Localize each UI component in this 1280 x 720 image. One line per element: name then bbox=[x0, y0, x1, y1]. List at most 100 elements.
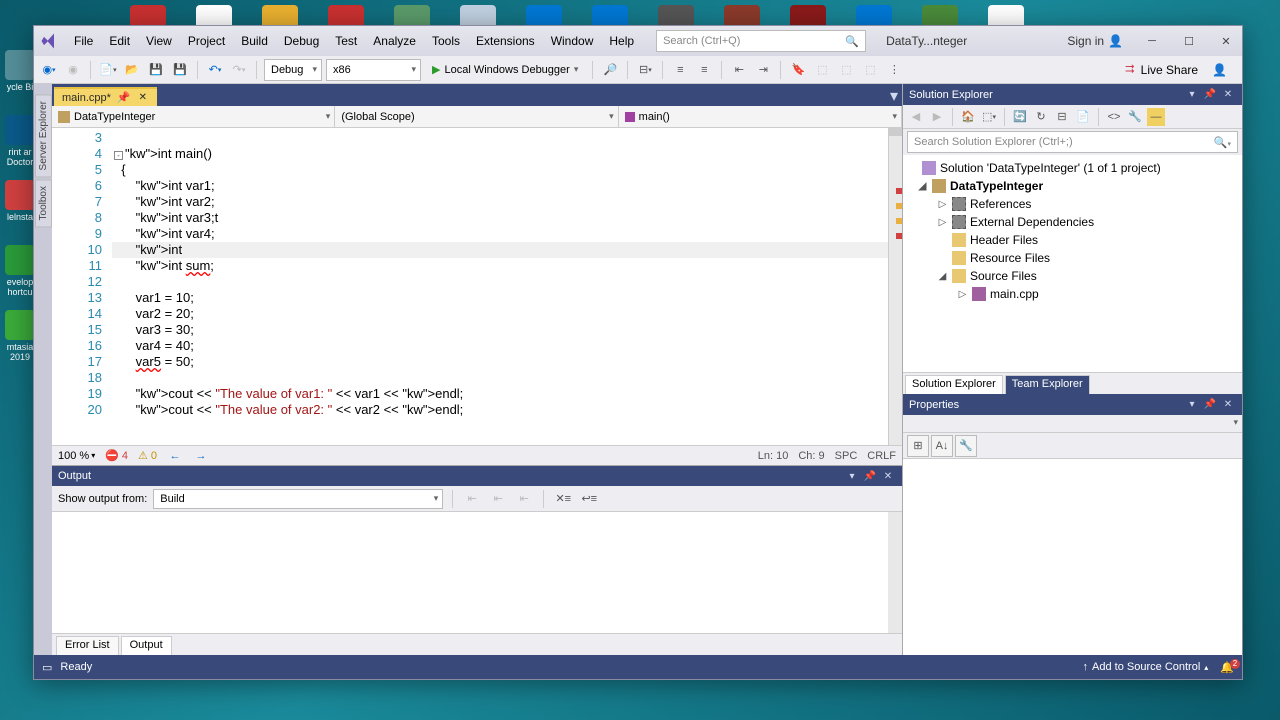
resource-files-node[interactable]: Resource Files bbox=[903, 249, 1242, 267]
solution-node[interactable]: Solution 'DataTypeInteger' (1 of 1 proje… bbox=[903, 159, 1242, 177]
increase-indent-button[interactable]: ⇥ bbox=[753, 60, 773, 80]
add-to-source-control-button[interactable]: ↑ Add to Source Control ▴ bbox=[1083, 661, 1209, 673]
toolbar-button[interactable]: ⬚ bbox=[860, 60, 880, 80]
scope-dropdown[interactable]: (Global Scope) bbox=[335, 106, 618, 127]
output-tool-button[interactable]: ⇤ bbox=[462, 489, 482, 509]
output-tool-button[interactable]: ⇤ bbox=[488, 489, 508, 509]
menu-build[interactable]: Build bbox=[234, 30, 275, 52]
close-button[interactable]: ✕ bbox=[1210, 30, 1242, 52]
alphabetical-button[interactable]: A↓ bbox=[931, 435, 953, 457]
external-deps-node[interactable]: ▷External Dependencies bbox=[903, 213, 1242, 231]
tab-error-list[interactable]: Error List bbox=[56, 636, 119, 655]
tab-overflow-icon[interactable]: ▾ bbox=[886, 86, 902, 106]
toolbar-button[interactable]: ⬚▾ bbox=[980, 108, 998, 126]
member-dropdown[interactable]: main() bbox=[619, 106, 902, 127]
show-all-files-button[interactable]: 📄 bbox=[1074, 108, 1092, 126]
back-button[interactable]: ◉▾ bbox=[39, 60, 59, 80]
taskbar-app[interactable] bbox=[394, 5, 430, 27]
menu-file[interactable]: File bbox=[67, 30, 100, 52]
toolbar-button[interactable]: ⊟▾ bbox=[635, 60, 655, 80]
forward-button[interactable]: ◉ bbox=[63, 60, 83, 80]
close-icon[interactable]: ✕ bbox=[1220, 397, 1236, 413]
quick-launch-search[interactable]: Search (Ctrl+Q) 🔍 bbox=[656, 30, 866, 52]
taskbar-app[interactable] bbox=[328, 5, 364, 27]
comment-out-button[interactable]: ≡ bbox=[670, 60, 690, 80]
window-position-icon[interactable]: ▾ bbox=[1184, 397, 1200, 413]
code-area[interactable]: -"kw">int main() { "kw">int var1; "kw">i… bbox=[112, 128, 888, 445]
bookmark-button[interactable]: 🔖 bbox=[788, 60, 808, 80]
taskbar-app[interactable] bbox=[526, 5, 562, 27]
menu-help[interactable]: Help bbox=[602, 30, 641, 52]
taskbar-app[interactable] bbox=[988, 5, 1024, 27]
toggle-word-wrap-button[interactable]: ↩≡ bbox=[579, 489, 599, 509]
output-text[interactable] bbox=[52, 512, 888, 633]
tab-output[interactable]: Output bbox=[121, 636, 172, 655]
menu-project[interactable]: Project bbox=[181, 30, 232, 52]
taskbar-app[interactable] bbox=[724, 5, 760, 27]
collapse-icon[interactable]: ◢ bbox=[937, 271, 948, 282]
source-file-main-cpp[interactable]: ▷main.cpp bbox=[903, 285, 1242, 303]
undo-button[interactable]: ↶▾ bbox=[205, 60, 225, 80]
pin-icon[interactable]: 📌 bbox=[862, 468, 878, 484]
output-source-select[interactable]: Build bbox=[153, 489, 443, 509]
view-code-button[interactable]: <> bbox=[1105, 108, 1123, 126]
properties-object-select[interactable] bbox=[903, 415, 1242, 433]
new-project-button[interactable]: 📄▾ bbox=[98, 60, 118, 80]
error-count[interactable]: ⛔4 bbox=[105, 449, 128, 462]
sign-in-button[interactable]: Sign in 👤 bbox=[1059, 34, 1131, 48]
server-explorer-tab[interactable]: Server Explorer bbox=[35, 94, 52, 177]
zoom-dropdown[interactable]: 100 % ▾ bbox=[58, 450, 95, 462]
menu-window[interactable]: Window bbox=[544, 30, 601, 52]
header-files-node[interactable]: Header Files bbox=[903, 231, 1242, 249]
solution-platform-select[interactable]: x86 bbox=[326, 59, 421, 81]
properties-button[interactable]: 🔧 bbox=[955, 435, 977, 457]
properties-button[interactable]: 🔧 bbox=[1126, 108, 1144, 126]
taskbar-app[interactable] bbox=[196, 5, 232, 27]
expand-icon[interactable]: ▷ bbox=[937, 217, 948, 228]
back-button[interactable]: ◀ bbox=[907, 108, 925, 126]
home-button[interactable]: 🏠 bbox=[959, 108, 977, 126]
toolbox-tab[interactable]: Toolbox bbox=[35, 179, 52, 227]
decrease-indent-button[interactable]: ⇤ bbox=[729, 60, 749, 80]
source-files-node[interactable]: ◢Source Files bbox=[903, 267, 1242, 285]
close-icon[interactable]: ✕ bbox=[1220, 87, 1236, 103]
start-debugging-button[interactable]: ▶Local Windows Debugger▾ bbox=[425, 59, 585, 81]
notifications-button[interactable]: 🔔2 bbox=[1220, 661, 1234, 674]
warning-count[interactable]: ⚠0 bbox=[138, 449, 157, 462]
taskbar-app[interactable] bbox=[856, 5, 892, 27]
window-position-icon[interactable]: ▾ bbox=[844, 468, 860, 484]
expand-icon[interactable]: ▷ bbox=[937, 199, 948, 210]
clear-all-button[interactable]: ✕≡ bbox=[553, 489, 573, 509]
solution-search-input[interactable]: Search Solution Explorer (Ctrl+;) 🔍▾ bbox=[907, 131, 1238, 153]
pin-icon[interactable]: 📌 bbox=[1202, 397, 1218, 413]
window-position-icon[interactable]: ▾ bbox=[1184, 87, 1200, 103]
solution-tree[interactable]: Solution 'DataTypeInteger' (1 of 1 proje… bbox=[903, 155, 1242, 372]
properties-grid[interactable] bbox=[903, 459, 1242, 655]
save-all-button[interactable]: 💾 bbox=[170, 60, 190, 80]
minimize-button[interactable]: ─ bbox=[1136, 30, 1168, 52]
solution-config-select[interactable]: Debug bbox=[264, 59, 322, 81]
pin-icon[interactable]: 📌 bbox=[1202, 87, 1218, 103]
save-button[interactable]: 💾 bbox=[146, 60, 166, 80]
splitter-handle[interactable] bbox=[889, 128, 902, 136]
file-tab-main-cpp[interactable]: main.cpp* 📌 ✕ bbox=[54, 87, 157, 106]
taskbar-app[interactable] bbox=[592, 5, 628, 27]
next-issue-button[interactable]: → bbox=[193, 448, 209, 464]
scrollbar-overview[interactable] bbox=[888, 128, 902, 445]
code-editor[interactable]: 34567891011121314151617181920 -"kw">int … bbox=[52, 128, 902, 445]
collapse-all-button[interactable]: ⊟ bbox=[1053, 108, 1071, 126]
menu-extensions[interactable]: Extensions bbox=[469, 30, 542, 52]
collapse-icon[interactable]: ◢ bbox=[917, 181, 928, 192]
window-layout-icon[interactable]: ▭ bbox=[42, 661, 52, 674]
categorized-button[interactable]: ⊞ bbox=[907, 435, 929, 457]
redo-button[interactable]: ↷▾ bbox=[229, 60, 249, 80]
close-tab-icon[interactable]: ✕ bbox=[137, 92, 149, 103]
output-scrollbar[interactable] bbox=[888, 512, 902, 633]
preview-button[interactable]: — bbox=[1147, 108, 1165, 126]
find-in-files-button[interactable]: 🔎 bbox=[600, 60, 620, 80]
menu-tools[interactable]: Tools bbox=[425, 30, 467, 52]
taskbar-app[interactable] bbox=[922, 5, 958, 27]
close-icon[interactable]: ✕ bbox=[880, 468, 896, 484]
live-share-button[interactable]: ⮆ Live Share 👤 bbox=[1115, 62, 1237, 77]
project-node[interactable]: ◢DataTypeInteger bbox=[903, 177, 1242, 195]
